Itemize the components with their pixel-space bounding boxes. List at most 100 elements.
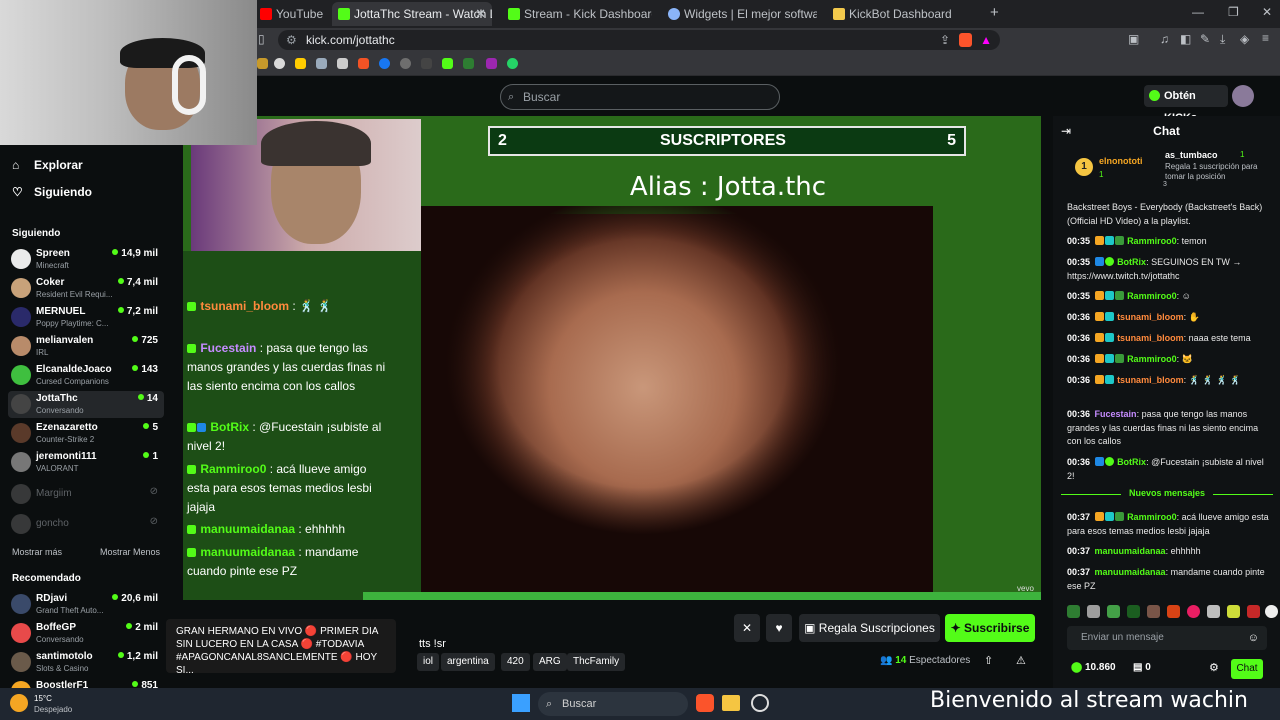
get-kicks-button[interactable]: Obtén KICKs: [1144, 85, 1228, 124]
window-close-icon[interactable]: ✕: [1262, 5, 1272, 19]
emote-icon[interactable]: [1227, 605, 1240, 618]
kick-icon[interactable]: [442, 58, 453, 69]
maximize-icon[interactable]: ❐: [1228, 5, 1239, 19]
weed-badge-icon: [1114, 236, 1124, 245]
whatsapp-icon[interactable]: [507, 58, 518, 69]
weather-icon[interactable]: [10, 694, 28, 712]
sidebar-recommended[interactable]: BoffeGP Conversando 2 mil: [8, 620, 164, 647]
sidebar-channel[interactable]: MERNUEL Poppy Playtime: C... 7,2 mil: [8, 304, 164, 331]
gift-subs-button[interactable]: ▣ Regala Suscripciones: [799, 614, 940, 642]
emote-icon[interactable]: [1207, 605, 1220, 618]
obs-icon[interactable]: [751, 694, 769, 712]
emote-icon[interactable]: [1247, 605, 1260, 618]
sidebar-channel[interactable]: melianvalen IRL 725: [8, 333, 164, 360]
sidebar-channel[interactable]: ElcanaldeJoaco Cursed Companions 143: [8, 362, 164, 389]
emote-icon[interactable]: [1087, 605, 1100, 618]
show-more-link[interactable]: Mostrar más: [12, 547, 62, 557]
nav-explorar[interactable]: ⌂ Explorar: [12, 158, 83, 172]
tab-kickbot[interactable]: KickBot Dashboard: [827, 2, 982, 26]
bookmark-icon[interactable]: ▯: [258, 32, 265, 46]
pixel-game-ground: [363, 592, 1041, 600]
emote-icon[interactable]: [1187, 605, 1200, 618]
chat-send-button[interactable]: Chat: [1231, 659, 1263, 679]
stream-tag[interactable]: ARG: [533, 653, 567, 671]
bookmark-favicon-icon[interactable]: [421, 58, 432, 69]
sidebar-channel-offline[interactable]: Margiim ⊘: [8, 481, 164, 508]
nav-siguiendo[interactable]: ♡ Siguiendo: [12, 185, 92, 199]
bookmark-favicon-icon[interactable]: [463, 58, 474, 69]
subscribe-button[interactable]: ✦ Suscribirse: [945, 614, 1035, 642]
bookmark-favicon-icon[interactable]: [400, 58, 411, 69]
report-icon[interactable]: ⚠: [1016, 654, 1026, 667]
brave-icon[interactable]: [696, 694, 714, 712]
tab-youtube[interactable]: YouTube: [254, 2, 328, 26]
facebook-icon[interactable]: [379, 58, 390, 69]
vpn-icon[interactable]: ◈: [1240, 32, 1249, 46]
stream-tag[interactable]: argentina: [441, 653, 495, 671]
tab-kick-dashboard[interactable]: Stream - Kick Dashboard: [502, 2, 652, 26]
mute-notifications-button[interactable]: ✕: [734, 614, 760, 642]
download-icon[interactable]: ⤓: [1220, 32, 1225, 47]
new-messages-divider[interactable]: Nuevos mensajes: [1061, 488, 1273, 498]
chat-message-input[interactable]: Enviar un mensaje ☺: [1067, 626, 1267, 650]
emote-icon[interactable]: [1127, 605, 1140, 618]
file-explorer-icon[interactable]: [722, 695, 740, 711]
tab-jottathc-stream[interactable]: JottaThc Stream - Watch Live✕: [332, 2, 492, 26]
channel-points[interactable]: ⬤ 10.860: [1071, 662, 1116, 673]
show-less-link[interactable]: Mostrar Menos: [100, 547, 160, 557]
extensions-icon[interactable]: ✎: [1200, 32, 1210, 46]
sidebar-channel-offline[interactable]: goncho ⊘: [8, 511, 164, 538]
bookmark-favicon-icon[interactable]: [295, 58, 306, 69]
sidebar-channel-active[interactable]: JottaThc Conversando 14: [8, 391, 164, 418]
stream-tag[interactable]: 420: [501, 653, 530, 671]
sidebar-channel[interactable]: Ezenazaretto Counter-Strike 25: [8, 420, 164, 447]
search-icon: ⌕: [546, 698, 553, 710]
search-input[interactable]: ⌕ Buscar: [500, 84, 780, 110]
bookmark-favicon-icon[interactable]: [486, 58, 497, 69]
music-icon[interactable]: ♫: [1160, 32, 1169, 46]
stream-tag[interactable]: iol: [417, 653, 440, 671]
panel-icon[interactable]: ◧: [1180, 32, 1191, 46]
avatar: [11, 652, 31, 672]
bookmark-favicon-icon[interactable]: [274, 58, 285, 69]
points-icon: ⬤: [1071, 662, 1085, 673]
menu-icon[interactable]: ≡: [1262, 31, 1269, 45]
minimize-icon[interactable]: —: [1192, 5, 1204, 19]
sub-badge-icon: [1094, 236, 1104, 245]
new-tab-icon[interactable]: +: [990, 4, 999, 21]
emote-icon[interactable]: [1265, 605, 1278, 618]
rewards-icon[interactable]: ▲: [980, 30, 992, 50]
user-avatar[interactable]: [1232, 85, 1254, 107]
windows-start-icon[interactable]: [512, 694, 530, 712]
emote-icon[interactable]: [1067, 605, 1080, 618]
bookmark-favicon-icon[interactable]: [257, 58, 268, 69]
sidebar-recommended[interactable]: santimotolo Slots & Casino 1,2 mil: [8, 649, 164, 676]
emote-icon[interactable]: [1147, 605, 1160, 618]
taskbar-search[interactable]: ⌕ Buscar: [538, 692, 688, 716]
offline-icon: ⊘: [149, 486, 158, 497]
video-player[interactable]: 2 SUSCRIPTORES 5 Alias : Jotta.thc tsuna…: [183, 116, 1041, 600]
verified-badge-icon: [1104, 457, 1114, 466]
emote-icon[interactable]: [1107, 605, 1120, 618]
sidebar-channel[interactable]: jeremonti111 VALORANT 1: [8, 449, 164, 476]
share-icon[interactable]: ⇪: [940, 30, 950, 50]
sidebar-recommended[interactable]: RDjavi Grand Theft Auto... 20,6 mil: [8, 591, 164, 618]
chat-settings-icon[interactable]: ⚙: [1209, 661, 1219, 674]
bookmark-favicon-icon[interactable]: [337, 58, 348, 69]
tab-widgets[interactable]: Widgets | El mejor software para po: [662, 2, 817, 26]
brave-shield-icon[interactable]: [959, 33, 972, 47]
follow-button[interactable]: ♥: [766, 614, 792, 642]
kicks-balance[interactable]: ▤ 0: [1133, 662, 1151, 673]
bookmark-favicon-icon[interactable]: [316, 58, 327, 69]
close-icon[interactable]: ✕: [475, 2, 486, 26]
sidebar-toggle-icon[interactable]: ▣: [1128, 32, 1139, 46]
sidebar-channel[interactable]: Coker Resident Evil Requi... 7,4 mil: [8, 275, 164, 302]
emoji-picker-icon[interactable]: ☺: [1248, 626, 1259, 650]
microsoft-icon[interactable]: [358, 58, 369, 69]
site-info-icon[interactable]: ⚙: [286, 30, 297, 50]
sidebar-channel[interactable]: Spreen Minecraft 14,9 mil: [8, 246, 164, 273]
stream-tag[interactable]: ThcFamily: [567, 653, 626, 671]
url-field[interactable]: ⚙ kick.com/jottathc ⇪ ▲: [278, 30, 1000, 50]
share-icon[interactable]: ⇧: [984, 654, 993, 667]
emote-icon[interactable]: [1167, 605, 1180, 618]
